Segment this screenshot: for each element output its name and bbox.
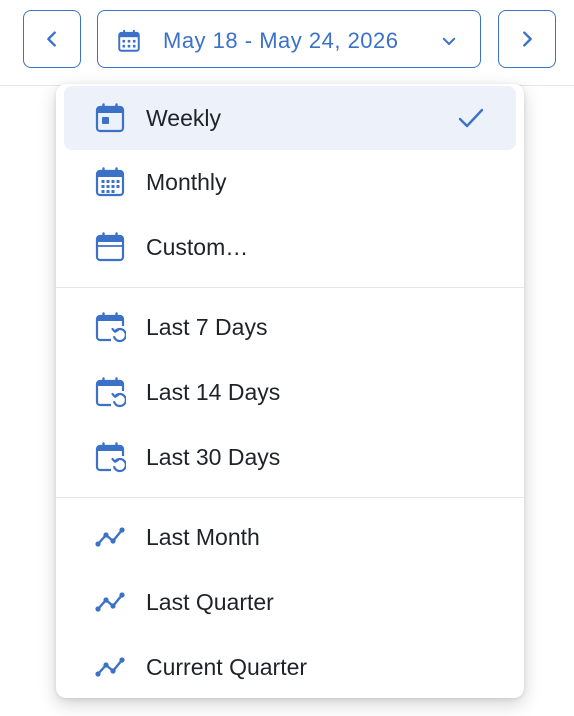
menu-item-weekly[interactable]: Weekly — [64, 86, 516, 150]
calendar-history-icon — [95, 377, 126, 408]
menu-item-label: Custom… — [146, 234, 249, 260]
date-range-toolbar: May 18 - May 24, 2026 — [0, 0, 574, 86]
date-range-dropdown-button[interactable]: May 18 - May 24, 2026 — [97, 10, 481, 68]
previous-range-button[interactable] — [23, 10, 81, 68]
menu-item-label: Current Quarter — [146, 654, 308, 680]
menu-item-last-14-days[interactable]: Last 14 Days — [64, 360, 516, 424]
calendar-day-icon — [95, 103, 125, 133]
menu-item-label: Last 7 Days — [146, 314, 268, 340]
menu-item-label: Weekly — [146, 105, 221, 131]
checkmark-icon — [458, 108, 484, 128]
menu-item-last-7-days[interactable]: Last 7 Days — [64, 295, 516, 359]
calendar-icon — [95, 232, 125, 262]
menu-item-last-30-days[interactable]: Last 30 Days — [64, 425, 516, 489]
menu-divider — [56, 287, 524, 288]
menu-item-last-quarter[interactable]: Last Quarter — [64, 570, 516, 634]
calendar-grid-icon — [95, 167, 125, 197]
chevron-down-icon — [442, 37, 456, 45]
menu-item-label: Last Month — [146, 524, 260, 550]
trend-line-icon — [95, 657, 125, 677]
calendar-history-icon — [95, 442, 126, 473]
next-range-button[interactable] — [498, 10, 556, 68]
menu-item-current-quarter[interactable]: Current Quarter — [64, 635, 516, 699]
menu-item-last-month[interactable]: Last Month — [64, 505, 516, 569]
menu-item-label: Monthly — [146, 169, 227, 195]
menu-item-label: Last 14 Days — [146, 379, 281, 405]
menu-item-label: Last Quarter — [146, 589, 274, 615]
menu-item-custom[interactable]: Custom… — [64, 215, 516, 279]
trend-line-icon — [95, 527, 125, 547]
menu-divider — [56, 497, 524, 498]
menu-item-monthly[interactable]: Monthly — [64, 150, 516, 214]
calendar-icon — [118, 29, 140, 52]
date-range-menu: Weekly Monthly Custom… Last 7 Days Last … — [56, 84, 524, 698]
chevron-right-icon — [523, 31, 532, 47]
calendar-history-icon — [95, 312, 126, 343]
trend-line-icon — [95, 592, 125, 612]
menu-item-label: Last 30 Days — [146, 444, 281, 470]
chevron-left-icon — [47, 31, 56, 47]
date-range-label: May 18 - May 24, 2026 — [163, 28, 399, 53]
